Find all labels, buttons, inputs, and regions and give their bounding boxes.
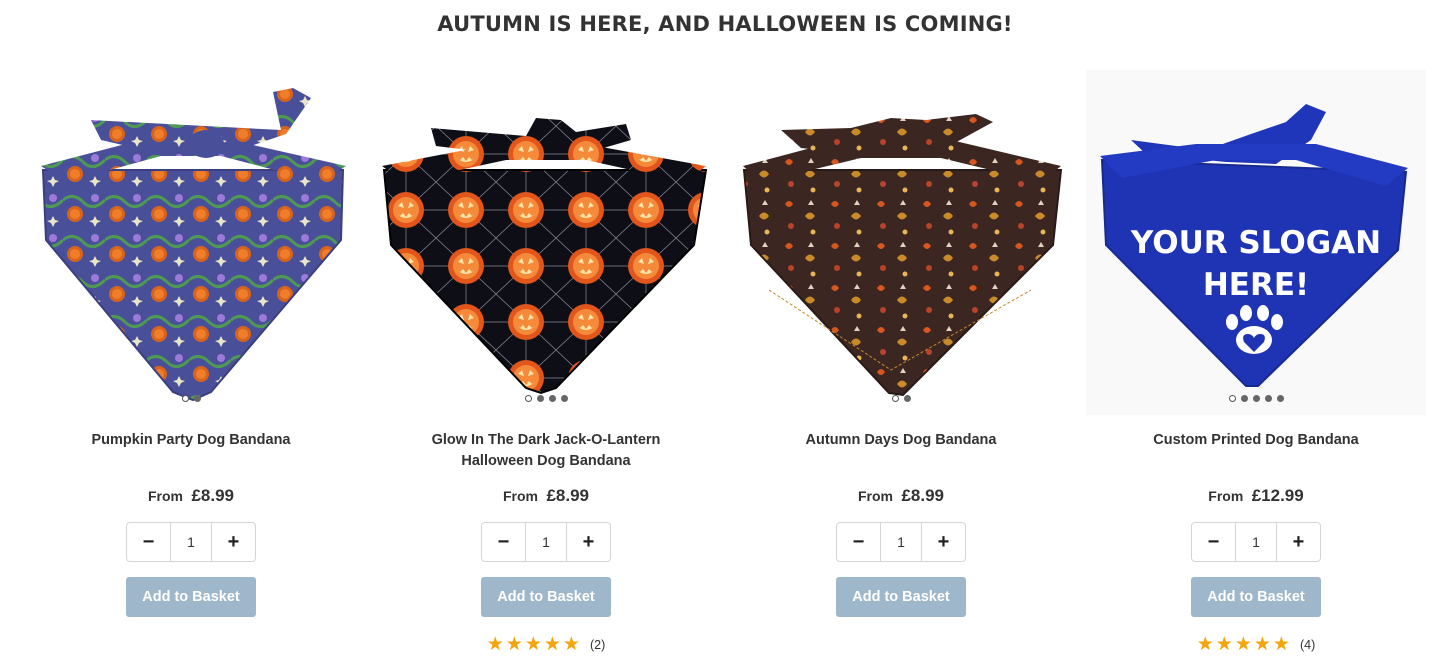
quantity-input[interactable] (1235, 523, 1277, 561)
add-to-basket-button[interactable]: Add to Basket (1191, 577, 1321, 617)
quantity-input[interactable] (170, 523, 212, 561)
star-icon: ★ (1196, 634, 1214, 655)
image-carousel-dots (21, 395, 361, 402)
custom-slogan-line2: HERE! (1203, 267, 1309, 303)
star-icon: ★ (543, 634, 561, 655)
decrease-quantity-button[interactable]: − (127, 523, 170, 561)
star-icon: ★ (524, 634, 542, 655)
star-icon: ★ (1234, 634, 1252, 655)
quantity-stepper: − + (126, 522, 256, 562)
add-to-basket-button[interactable]: Add to Basket (126, 577, 256, 617)
product-name[interactable]: Glow In The Dark Jack-O-Lantern Hallowee… (396, 430, 696, 472)
carousel-dot[interactable] (193, 395, 201, 402)
section-heading: AUTUMN IS HERE, AND HALLOWEEN IS COMING! (437, 12, 1013, 36)
bandana-custom-image: YOUR SLOGAN HERE! (1100, 104, 1408, 387)
product-card-pumpkin-party: Pumpkin Party Dog Bandana From £8.99 − +… (21, 70, 361, 669)
review-count[interactable]: (2) (590, 638, 605, 652)
carousel-dot[interactable] (1240, 395, 1248, 402)
add-to-basket-button[interactable]: Add to Basket (836, 577, 966, 617)
product-image-pumpkin-party[interactable] (21, 70, 361, 415)
price-value: £8.99 (901, 486, 944, 505)
carousel-dot[interactable] (1228, 395, 1236, 402)
product-card-jack-o-lantern: Glow In The Dark Jack-O-Lantern Hallowee… (376, 70, 716, 669)
star-icon: ★ (505, 634, 523, 655)
decrease-quantity-button[interactable]: − (482, 523, 525, 561)
increase-quantity-button[interactable]: + (567, 523, 610, 561)
carousel-dot[interactable] (560, 395, 568, 402)
carousel-dot[interactable] (536, 395, 544, 402)
product-name[interactable]: Pumpkin Party Dog Bandana (41, 430, 341, 451)
star-rating[interactable]: ★ ★ ★ ★ ★ (2) (376, 635, 716, 655)
star-icon: ★ (1215, 634, 1233, 655)
price-value: £8.99 (191, 486, 234, 505)
increase-quantity-button[interactable]: + (922, 523, 965, 561)
carousel-dot[interactable] (903, 395, 911, 402)
review-count[interactable]: (4) (1300, 638, 1315, 652)
product-image-custom-printed[interactable]: YOUR SLOGAN HERE! (1086, 70, 1426, 415)
product-name[interactable]: Autumn Days Dog Bandana (751, 430, 1051, 451)
carousel-dot[interactable] (181, 395, 189, 402)
increase-quantity-button[interactable]: + (1277, 523, 1320, 561)
carousel-dot[interactable] (524, 395, 532, 402)
price-prefix: From (148, 488, 183, 504)
price-prefix: From (1208, 488, 1244, 504)
product-card-autumn-days: Autumn Days Dog Bandana From £8.99 − + A… (731, 70, 1071, 669)
star-icon: ★ (486, 634, 504, 655)
star-rating[interactable]: ★ ★ ★ ★ ★ (4) (1086, 635, 1426, 655)
decrease-quantity-button[interactable]: − (837, 523, 880, 561)
star-icon: ★ (562, 634, 580, 655)
image-carousel-dots (731, 395, 1071, 402)
quantity-stepper: − + (836, 522, 966, 562)
price-row: From £8.99 (376, 486, 716, 506)
image-carousel-dots (376, 395, 716, 402)
quantity-input[interactable] (880, 523, 922, 561)
price-value: £8.99 (546, 486, 589, 505)
price-prefix: From (503, 488, 538, 504)
price-row: From £8.99 (731, 486, 1071, 506)
carousel-dot[interactable] (1276, 395, 1284, 402)
carousel-dot[interactable] (1252, 395, 1260, 402)
product-image-jack-o-lantern[interactable] (376, 70, 716, 415)
carousel-dot[interactable] (548, 395, 556, 402)
carousel-dot[interactable] (891, 395, 899, 402)
image-carousel-dots (1086, 395, 1426, 402)
decrease-quantity-button[interactable]: − (1192, 523, 1235, 561)
increase-quantity-button[interactable]: + (212, 523, 255, 561)
price-value: £12.99 (1251, 486, 1304, 505)
price-row: From £12.99 (1086, 486, 1426, 506)
price-prefix: From (858, 488, 893, 504)
custom-slogan-line1: YOUR SLOGAN (1130, 225, 1381, 261)
star-icon: ★ (1272, 634, 1290, 655)
quantity-input[interactable] (525, 523, 567, 561)
bandana-autumn-image (742, 114, 1063, 397)
product-name[interactable]: Custom Printed Dog Bandana (1106, 430, 1406, 451)
add-to-basket-button[interactable]: Add to Basket (481, 577, 611, 617)
carousel-dot[interactable] (1264, 395, 1272, 402)
product-image-autumn-days[interactable] (731, 70, 1071, 415)
quantity-stepper: − + (481, 522, 611, 562)
price-row: From £8.99 (21, 486, 361, 506)
product-card-custom-printed: YOUR SLOGAN HERE! Custom Printed Dog Ban… (1086, 70, 1426, 669)
star-icon: ★ (1253, 634, 1271, 655)
bandana-pumpkin-image (41, 88, 346, 402)
quantity-stepper: − + (1191, 522, 1321, 562)
product-grid: Pumpkin Party Dog Bandana From £8.99 − +… (0, 70, 1450, 669)
bandana-jack-o-lantern-image (382, 118, 708, 395)
